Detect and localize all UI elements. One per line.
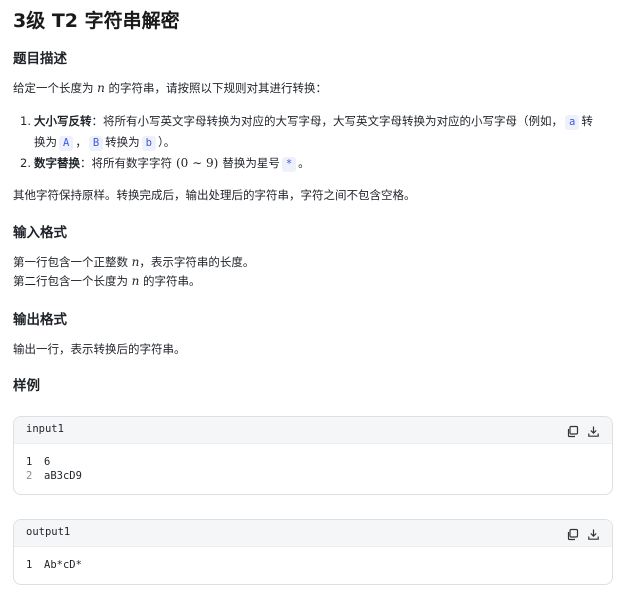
line-text: 6 [44, 456, 51, 468]
inline-code: a [565, 115, 580, 130]
copy-icon[interactable] [566, 526, 579, 541]
input-line-2: 第二行包含一个长度为 n 的字符串。 [13, 274, 201, 288]
description-outro: 其他字符保持原样。转换完成后，输出处理后的字符串，字符之间不包含空格。 [13, 188, 416, 202]
sample-output-box: output1 1 Ab*cD* [13, 519, 613, 585]
list-item: 1. 大小写反转：将所有小写英文字母转换为对应的大写字母，大写英文字母转换为对应… [20, 114, 593, 151]
rule1-title: 大小写反转 [34, 114, 92, 128]
line-number: 1 [26, 456, 33, 468]
sample-box-header: output1 [14, 520, 612, 547]
sample-content: 1 Ab*cD* [14, 547, 612, 580]
line-number: 2 [26, 470, 33, 482]
sample-content: 1 6 2 aB3cD9 [14, 444, 612, 491]
line-text: aB3cD9 [44, 470, 82, 482]
line-text: Ab*cD* [44, 559, 82, 571]
line-number: 1 [26, 559, 33, 571]
code-line: 1 6 [26, 455, 600, 469]
sample-heading: 样例 [13, 378, 40, 394]
sample-label: input1 [26, 423, 64, 435]
output-heading: 输出格式 [13, 312, 67, 328]
rules-list: 1. 大小写反转：将所有小写英文字母转换为对应的大写字母，大写英文字母转换为对应… [20, 111, 620, 174]
page-title: 3级 T2 字符串解密 [13, 10, 180, 32]
output-description: 输出一行，表示转换后的字符串。 [13, 342, 186, 356]
problem-page: 3级 T2 字符串解密 题目描述 给定一个长度为 n 的字符串，请按照以下规则对… [0, 0, 634, 591]
inline-code: b [141, 136, 156, 151]
download-icon[interactable] [587, 526, 600, 540]
list-item: 2. 数字替换：将所有数字字符 (0 ∼ 9) 替换为星号 *。 [20, 156, 310, 172]
inline-code: B [88, 136, 104, 151]
description-heading: 题目描述 [13, 51, 67, 67]
math-range: (0 ∼ 9) [176, 156, 219, 170]
copy-icon[interactable] [566, 423, 579, 438]
code-line: 1 Ab*cD* [26, 558, 600, 572]
math-n: n [131, 274, 140, 288]
download-icon[interactable] [587, 423, 600, 437]
input-line-1: 第一行包含一个正整数 n，表示字符串的长度。 [13, 255, 255, 269]
code-line: 2 aB3cD9 [26, 469, 600, 483]
rule2-title: 数字替换 [34, 156, 80, 170]
math-n: n [97, 81, 105, 95]
inline-code: A [59, 136, 74, 151]
sample-input-box: input1 1 6 2 aB3cD9 [13, 416, 613, 495]
input-heading: 输入格式 [13, 225, 67, 241]
sample-box-header: input1 [14, 417, 612, 444]
description-intro: 给定一个长度为 n 的字符串，请按照以下规则对其进行转换： [13, 81, 328, 95]
sample-label: output1 [26, 526, 71, 538]
inline-code: * [281, 157, 297, 172]
